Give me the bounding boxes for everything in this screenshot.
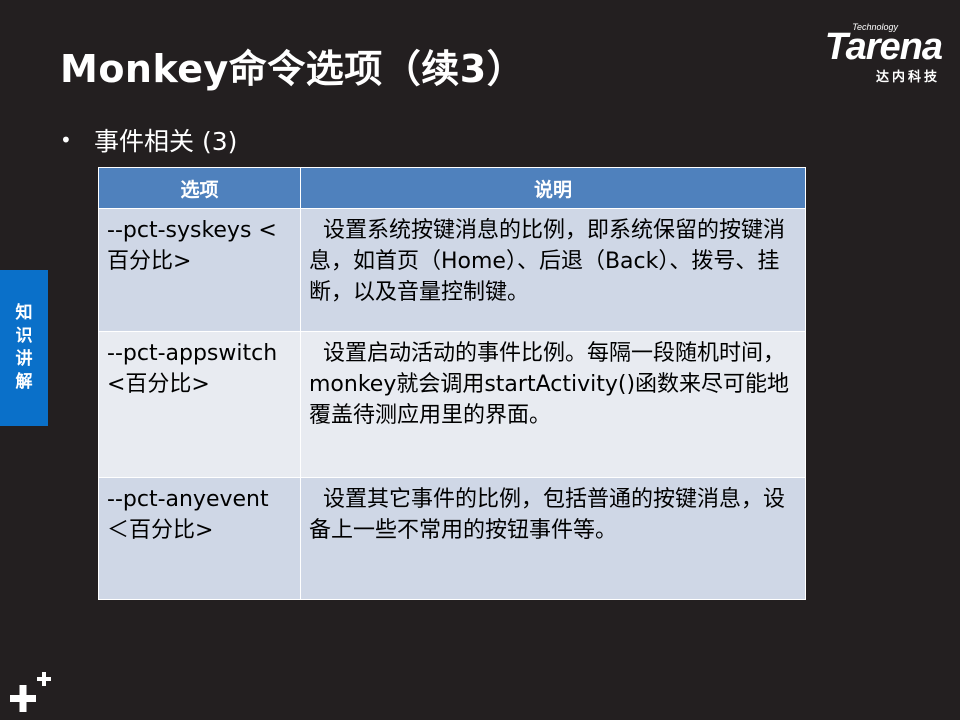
header-description: 说明 [300,167,806,209]
table-row: --pct-anyevent ＜百分比> 设置其它事件的比例，包括普通的按键消息… [98,477,806,600]
logo-wordmark: Tarena [824,26,943,68]
plus-decoration-icon [10,672,51,712]
logo-chinese-name: 达内科技 [875,70,940,85]
description-cell: 设置启动活动的事件比例。每隔一段随机时间，monkey就会调用startActi… [300,331,806,478]
description-cell: 设置系统按键消息的比例，即系统保留的按键消息，如首页（Home）、后退（Back… [300,208,806,332]
bullet-item: • 事件相关 (3) [60,122,237,158]
option-cell: --pct-syskeys <百分比> [98,208,301,332]
bullet-text: 事件相关 (3) [94,127,238,156]
option-cell: --pct-anyevent ＜百分比> [98,477,301,600]
table-header-row: 选项 说明 [98,167,806,209]
bullet-dot-icon: • [60,128,72,152]
tarena-logo: Technology Tarena 达内科技 [777,22,943,85]
header-option: 选项 [98,167,301,209]
option-cell: --pct-appswitch <百分比> [98,331,301,478]
side-tab: 知识讲解 [0,270,48,426]
side-tab-label: 知识讲解 [15,303,33,392]
table-row: --pct-syskeys <百分比> 设置系统按键消息的比例，即系统保留的按键… [98,208,806,332]
options-table: 选项 说明 --pct-syskeys <百分比> 设置系统按键消息的比例，即系… [98,167,806,600]
table-row: --pct-appswitch <百分比> 设置启动活动的事件比例。每隔一段随机… [98,331,806,478]
slide-title: Monkey命令选项（续3） [60,47,526,91]
description-cell: 设置其它事件的比例，包括普通的按键消息，设备上一些不常用的按钮事件等。 [300,477,806,600]
